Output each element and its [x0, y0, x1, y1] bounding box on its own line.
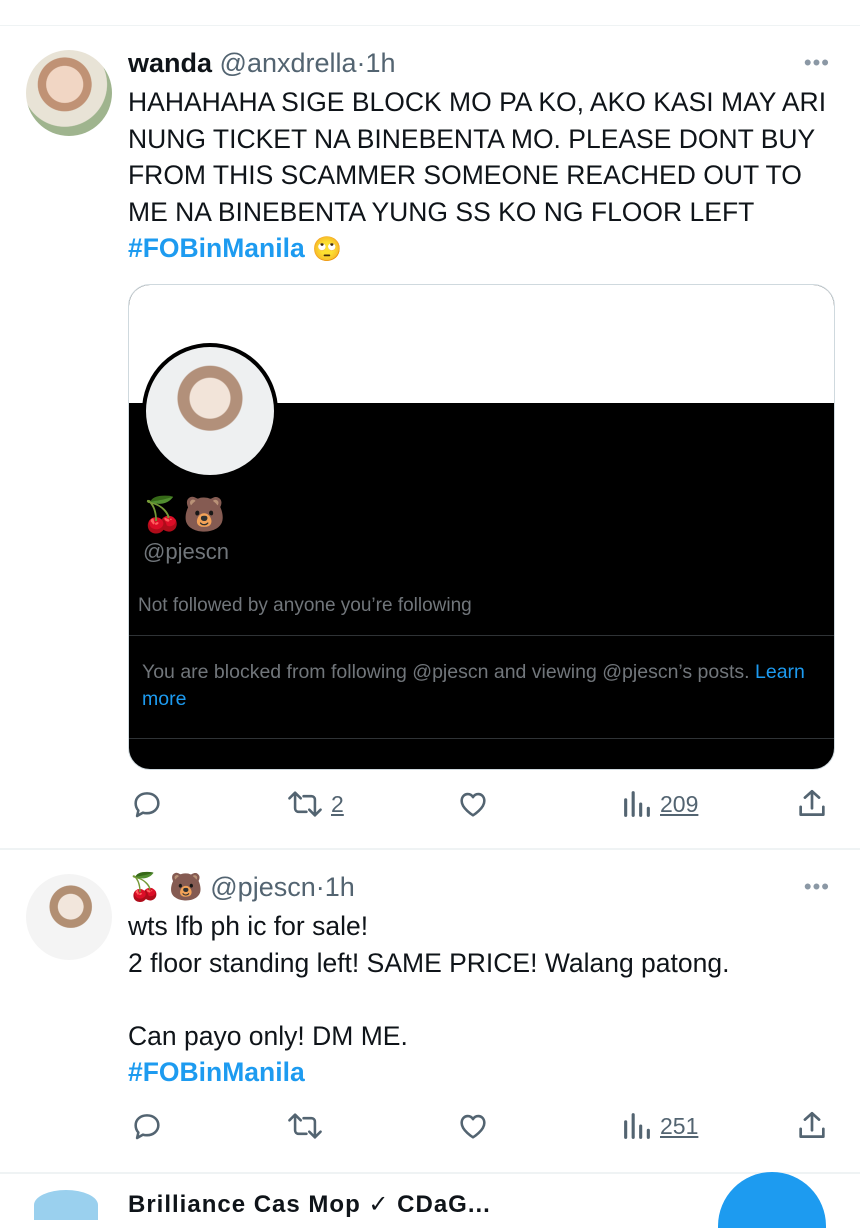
share-icon	[799, 1111, 825, 1138]
profile-avatar[interactable]	[142, 343, 278, 479]
avatar[interactable]	[26, 874, 112, 960]
blocked-text: You are blocked from following @pjescn a…	[142, 661, 756, 683]
timestamp[interactable]: 1h	[366, 48, 396, 78]
profile-handle: @pjescn	[143, 539, 229, 564]
like-button[interactable]	[455, 784, 491, 824]
reply-icon	[134, 792, 160, 818]
retweet-icon	[288, 791, 322, 817]
user-handle[interactable]: @anxdrella	[220, 48, 357, 78]
card-divider	[129, 635, 834, 636]
next-tweet-partial[interactable]: Brilliance Cas Mop ✓ CDaG...	[0, 1172, 860, 1228]
display-name[interactable]: 🍒 🐻	[128, 872, 203, 902]
like-icon	[460, 1114, 486, 1139]
reply-icon	[134, 1114, 160, 1140]
profile-display-name: 🍒🐻	[141, 496, 226, 534]
tweet-body: HAHAHAHA SIGE BLOCK MO PA KO, AKO KASI M…	[128, 87, 827, 227]
display-name[interactable]: wanda	[128, 48, 212, 78]
avatar[interactable]	[26, 50, 112, 136]
retweet-count[interactable]: 2	[331, 791, 344, 818]
reply-button[interactable]	[130, 1106, 164, 1146]
separator-dot: ·	[315, 872, 325, 902]
share-button[interactable]	[795, 1106, 829, 1146]
avatar[interactable]	[34, 1190, 98, 1220]
views-button[interactable]: 209	[620, 784, 698, 824]
hashtag-link[interactable]: #FOBinManila	[128, 1057, 305, 1087]
timestamp[interactable]: 1h	[325, 872, 355, 902]
followers-context: Not followed by anyone you’re following	[138, 595, 472, 616]
tweet-header: wanda @anxdrella·1h	[128, 46, 396, 80]
views-icon	[624, 791, 650, 817]
tweet-header: 🍒 🐻 @pjescn·1h	[128, 870, 355, 904]
compose-button[interactable]	[718, 1172, 826, 1228]
views-count[interactable]: 209	[660, 791, 698, 818]
retweet-icon	[288, 1113, 322, 1139]
tweet-text: wts lfb ph ic for sale! 2 floor standing…	[128, 908, 828, 1091]
tweet-text: HAHAHAHA SIGE BLOCK MO PA KO, AKO KASI M…	[128, 84, 848, 269]
like-icon	[460, 792, 486, 817]
views-count[interactable]: 251	[660, 1113, 698, 1140]
views-button[interactable]: 251	[620, 1106, 698, 1146]
tweet-actions: 2 209	[0, 784, 860, 824]
hashtag-link[interactable]: #FOBinManila	[128, 233, 305, 263]
tweet[interactable]: wanda @anxdrella·1h ••• HAHAHAHA SIGE BL…	[0, 26, 860, 848]
more-options-icon[interactable]: •••	[804, 50, 830, 76]
like-button[interactable]	[455, 1106, 491, 1146]
blocked-notice: You are blocked from following @pjescn a…	[142, 659, 817, 713]
card-divider	[129, 738, 834, 739]
more-options-icon[interactable]: •••	[804, 874, 830, 900]
reply-button[interactable]	[130, 784, 164, 824]
display-name[interactable]: Brilliance Cas Mop ✓ CDaG...	[128, 1190, 491, 1219]
tweet-body: wts lfb ph ic for sale! 2 floor standing…	[128, 911, 730, 1051]
tweet[interactable]: 🍒 🐻 @pjescn·1h ••• wts lfb ph ic for sal…	[0, 850, 860, 1172]
share-button[interactable]	[795, 784, 829, 824]
tweet-actions: 251	[0, 1106, 860, 1146]
user-handle[interactable]: @pjescn	[210, 872, 315, 902]
share-icon	[799, 789, 825, 816]
eye-roll-emoji: 🙄	[312, 236, 342, 263]
quoted-profile-card[interactable]: 🍒🐻 @pjescn Not followed by anyone you’re…	[128, 284, 835, 770]
retweet-button[interactable]: 2	[285, 784, 344, 824]
views-icon	[624, 1113, 650, 1139]
separator-dot: ·	[356, 48, 366, 78]
retweet-button[interactable]	[285, 1106, 325, 1146]
